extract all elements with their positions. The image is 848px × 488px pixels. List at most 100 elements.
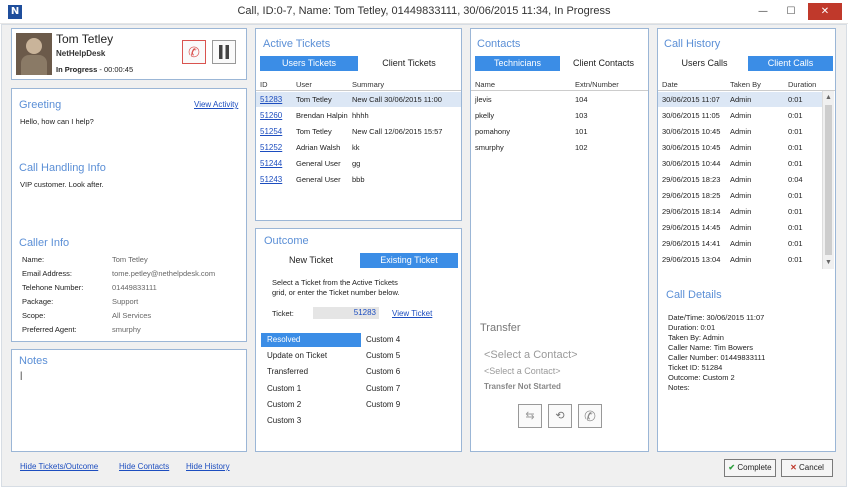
col-duration: Duration xyxy=(788,80,817,89)
outcome-option[interactable]: Custom 2 xyxy=(261,398,361,412)
tab-users-tickets[interactable]: Users Tickets xyxy=(260,56,358,71)
table-row[interactable]: 51252 Adrian Walsh kk xyxy=(256,140,461,155)
minimize-button[interactable]: — xyxy=(752,3,774,20)
transfer-select-secondary[interactable]: <Select a Contact> xyxy=(484,366,561,376)
ticket-summary: bbb xyxy=(352,175,365,184)
view-activity-link[interactable]: View Activity xyxy=(194,100,238,109)
history-scrollbar[interactable]: ▲ ▼ xyxy=(822,91,834,269)
history-duration: 0:01 xyxy=(788,239,803,248)
contacts-panel: Contacts Technicians Client Contacts Nam… xyxy=(470,28,649,452)
ticket-number-input[interactable]: 51283 xyxy=(313,307,379,319)
contacts-grid: Name Extn/Number jlevis 104 pkelly 103 p… xyxy=(471,77,648,277)
outcome-option[interactable]: Custom 4 xyxy=(360,333,458,347)
outcome-option-resolved[interactable]: Resolved xyxy=(261,333,361,347)
outcome-instruction-1: Select a Ticket from the Active Tickets xyxy=(272,278,398,287)
blind-transfer-button[interactable]: ✆ xyxy=(578,404,602,428)
call-detail-line: Ticket ID: 51284 xyxy=(668,363,723,372)
caller-name: Tom Tetley xyxy=(56,32,114,46)
hide-contacts-link[interactable]: Hide Contacts xyxy=(119,462,169,471)
caller-info-value: 01449833111 xyxy=(112,283,157,292)
tab-client-contacts[interactable]: Client Contacts xyxy=(561,56,646,71)
list-item[interactable]: jlevis 104 xyxy=(471,92,648,107)
table-row[interactable]: 51254 Tom Tetley New Call 12/06/2015 15:… xyxy=(256,124,461,139)
table-row[interactable]: 29/06/2015 18:14 Admin 0:01 xyxy=(658,204,822,219)
tab-users-calls[interactable]: Users Calls xyxy=(662,56,747,71)
ticket-id-link[interactable]: 51244 xyxy=(260,159,282,168)
consult-transfer-button[interactable]: ⇆ xyxy=(518,404,542,428)
hide-history-link[interactable]: Hide History xyxy=(186,462,230,471)
active-tickets-title: Active Tickets xyxy=(263,38,331,50)
cancel-button[interactable]: ✕ Cancel xyxy=(781,459,833,477)
call-timer: - 00:00:45 xyxy=(99,65,134,74)
list-item[interactable]: smurphy 102 xyxy=(471,140,648,155)
phone-icon: ✆ xyxy=(584,408,596,424)
transfer-call-button[interactable]: ⟲ xyxy=(548,404,572,428)
ticket-id-link[interactable]: 51254 xyxy=(260,127,282,136)
ticket-id-link[interactable]: 51260 xyxy=(260,111,282,120)
table-row[interactable]: 30/06/2015 10:45 Admin 0:01 xyxy=(658,140,822,155)
call-history-title: Call History xyxy=(664,38,721,50)
ticket-id-link[interactable]: 51243 xyxy=(260,175,282,184)
table-row[interactable]: 51243 General User bbb xyxy=(256,172,461,187)
tab-technicians[interactable]: Technicians xyxy=(475,56,560,71)
outcome-option[interactable]: Custom 9 xyxy=(360,398,458,412)
outcome-panel: Outcome New Ticket Existing Ticket Selec… xyxy=(255,228,462,452)
table-row[interactable]: 30/06/2015 11:05 Admin 0:01 xyxy=(658,108,822,123)
ticket-user: Tom Tetley xyxy=(296,127,332,136)
caller-info-value: Tom Tetley xyxy=(112,255,148,264)
ticket-user: Tom Tetley xyxy=(296,95,332,104)
close-button[interactable]: ✕ xyxy=(808,3,842,20)
table-row[interactable]: 51283 Tom Tetley New Call 30/06/2015 11:… xyxy=(256,92,461,107)
contact-ext: 101 xyxy=(575,127,588,136)
table-row[interactable]: 29/06/2015 14:45 Admin 0:01 xyxy=(658,220,822,235)
outcome-option[interactable]: Custom 5 xyxy=(360,349,458,363)
outcome-option[interactable]: Custom 1 xyxy=(261,382,361,396)
list-item[interactable]: pomahony 101 xyxy=(471,124,648,139)
scroll-thumb[interactable] xyxy=(825,105,832,255)
table-row[interactable]: 51244 General User gg xyxy=(256,156,461,171)
outcome-option[interactable]: Custom 6 xyxy=(360,365,458,379)
table-row[interactable]: 29/06/2015 13:04 Admin 0:01 xyxy=(658,252,822,267)
table-row[interactable]: 29/06/2015 18:23 Admin 0:04 xyxy=(658,172,822,187)
call-detail-line: Date/Time: 30/06/2015 11:07 xyxy=(668,313,765,322)
history-duration: 0:01 xyxy=(788,143,803,152)
history-taken: Admin xyxy=(730,207,752,216)
outcome-instruction-2: grid, or enter the Ticket number below. xyxy=(272,288,400,297)
transfer-select-primary[interactable]: <Select a Contact> xyxy=(484,349,578,361)
notes-textarea[interactable]: | xyxy=(20,370,240,446)
ticket-id-link[interactable]: 51283 xyxy=(260,95,282,104)
list-item[interactable]: pkelly 103 xyxy=(471,108,648,123)
outcome-option[interactable]: Update on Ticket xyxy=(261,349,361,363)
col-extn: Extn/Number xyxy=(575,80,619,89)
table-row[interactable]: 30/06/2015 10:44 Admin 0:01 xyxy=(658,156,822,171)
hide-tickets-link[interactable]: Hide Tickets/Outcome xyxy=(20,462,98,471)
caller-info-value: Support xyxy=(112,297,139,306)
call-status: In Progress - 00:00:45 xyxy=(56,65,133,74)
tickets-grid: ID User Summary 51283 Tom Tetley New Cal… xyxy=(256,77,461,220)
outcome-option[interactable]: Custom 3 xyxy=(261,414,361,428)
history-duration: 0:01 xyxy=(788,223,803,232)
tab-new-ticket[interactable]: New Ticket xyxy=(262,253,360,268)
scroll-up-icon[interactable]: ▲ xyxy=(825,94,832,101)
table-row[interactable]: 51260 Brendan Halpin hhhh xyxy=(256,108,461,123)
outcome-option[interactable]: Custom 7 xyxy=(360,382,458,396)
complete-button[interactable]: ✔ Complete xyxy=(724,459,776,477)
ticket-user: Brendan Halpin xyxy=(296,111,348,120)
table-row[interactable]: 29/06/2015 14:41 Admin 0:01 xyxy=(658,236,822,251)
table-row[interactable]: 30/06/2015 10:45 Admin 0:01 xyxy=(658,124,822,139)
table-row[interactable]: 29/06/2015 18:25 Admin 0:01 xyxy=(658,188,822,203)
outcome-option[interactable]: Transferred xyxy=(261,365,361,379)
call-status-text: In Progress xyxy=(56,65,98,74)
view-ticket-link[interactable]: View Ticket xyxy=(392,309,432,318)
col-summary: Summary xyxy=(352,80,385,89)
ticket-id-link[interactable]: 51252 xyxy=(260,143,282,152)
tab-existing-ticket[interactable]: Existing Ticket xyxy=(360,253,458,268)
tab-client-tickets[interactable]: Client Tickets xyxy=(360,56,458,71)
tab-client-calls[interactable]: Client Calls xyxy=(748,56,833,71)
hold-button[interactable] xyxy=(212,40,236,64)
greeting-title: Greeting xyxy=(19,99,62,111)
table-row[interactable]: 30/06/2015 11:07 Admin 0:01 xyxy=(658,92,822,107)
maximize-button[interactable]: ☐ xyxy=(780,3,802,20)
hangup-button[interactable]: ✆ xyxy=(182,40,206,64)
scroll-down-icon[interactable]: ▼ xyxy=(825,259,832,266)
